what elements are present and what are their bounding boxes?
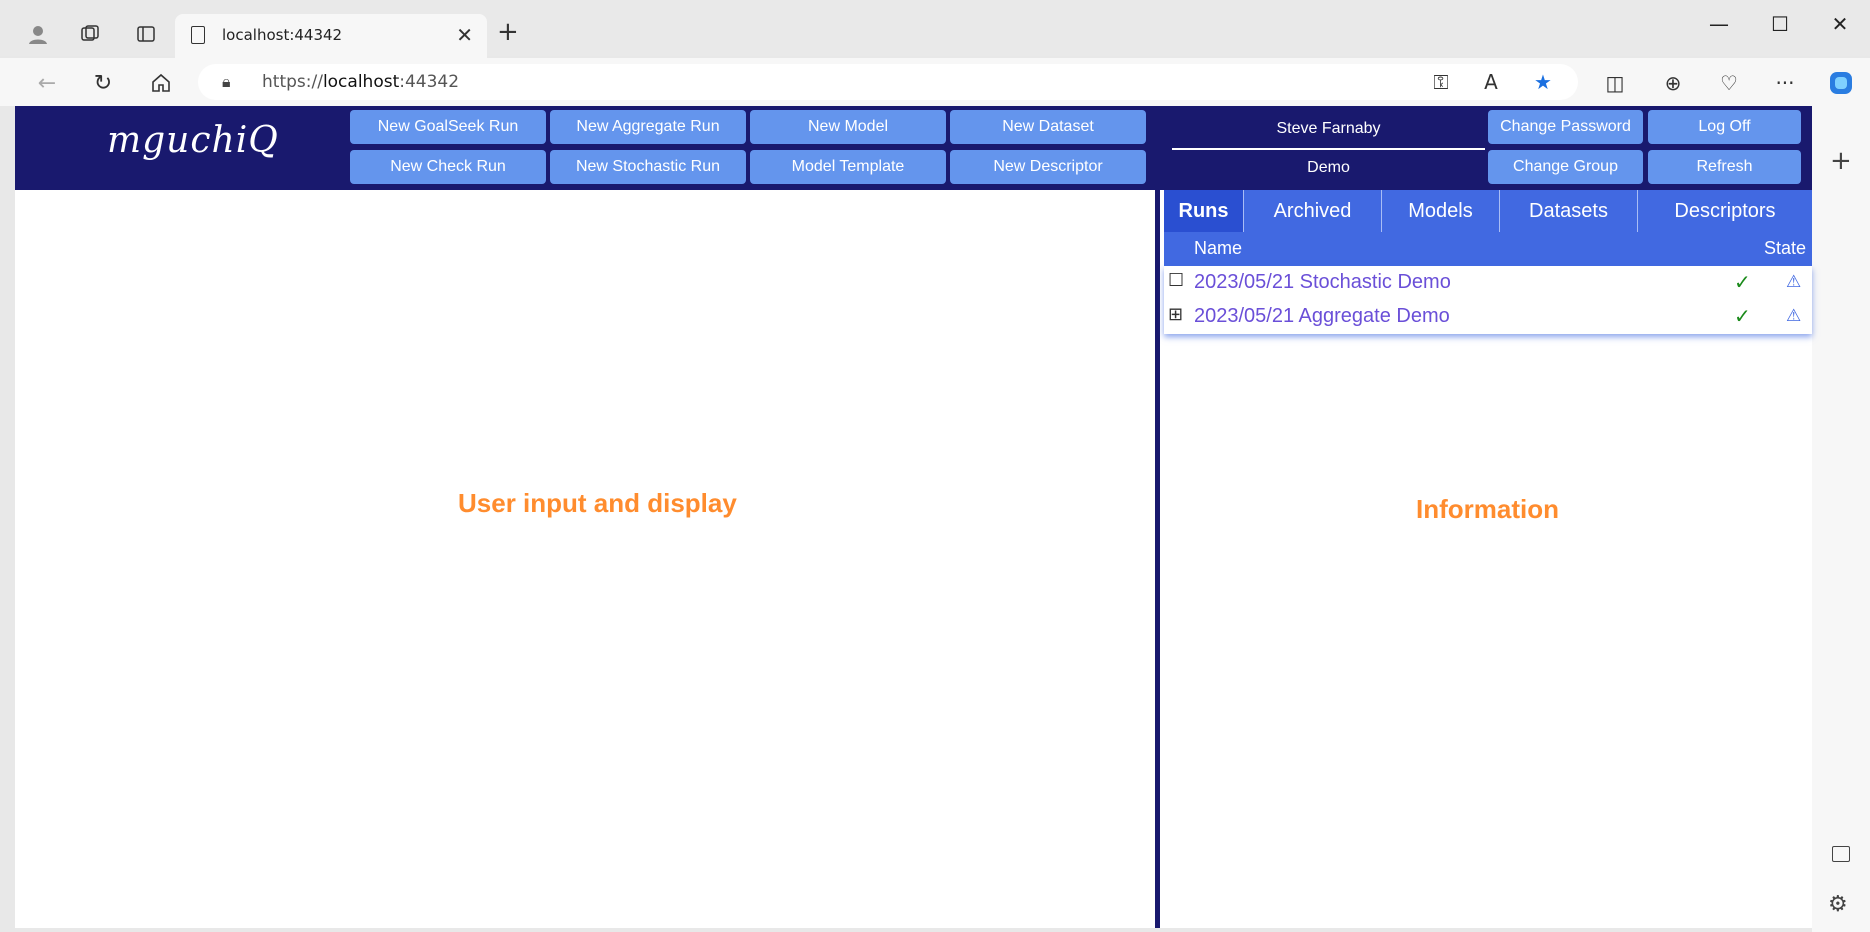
left-panel-label: User input and display <box>458 488 737 518</box>
refresh-icon[interactable]: ↻ <box>88 68 118 98</box>
profile-icon[interactable] <box>22 18 54 50</box>
collections-icon[interactable]: ⊕ <box>1658 68 1688 98</box>
page-icon <box>191 26 205 44</box>
add-sidebar-icon[interactable]: + <box>1830 146 1852 176</box>
runs-list: ☐ 2023/05/21 Stochastic Demo ✓ ⚠ ⊞ 2023/… <box>1164 266 1812 334</box>
gear-icon[interactable]: ⚙ <box>1828 892 1848 917</box>
list-item[interactable]: ☐ 2023/05/21 Stochastic Demo ✓ ⚠ <box>1164 266 1812 300</box>
hide-sidebar-icon[interactable] <box>1832 846 1850 862</box>
workspaces-icon[interactable] <box>74 18 106 50</box>
tab-archived[interactable]: Archived <box>1244 190 1382 232</box>
panel-divider[interactable] <box>1155 106 1160 928</box>
warning-icon[interactable]: ⚠ <box>1786 272 1801 292</box>
lock-icon[interactable]: 🔒︎ <box>222 72 231 92</box>
favorite-star-icon[interactable]: ★ <box>1528 67 1558 97</box>
minimize-icon[interactable]: — <box>1704 12 1734 36</box>
refresh-button[interactable]: Refresh <box>1648 150 1801 184</box>
warning-icon[interactable]: ⚠ <box>1786 306 1801 326</box>
address-bar[interactable]: 🔒︎ https://localhost:44342 ⚿ A ★ <box>198 64 1578 100</box>
column-name[interactable]: Name <box>1194 238 1242 259</box>
change-password-button[interactable]: Change Password <box>1488 110 1643 144</box>
user-group: Demo <box>1307 159 1350 176</box>
column-state[interactable]: State <box>1764 238 1806 259</box>
url-scheme: https:// <box>262 72 323 92</box>
more-options-icon[interactable]: ··· <box>1770 68 1800 98</box>
browser-tab[interactable]: localhost:44342 ✕ <box>175 14 487 58</box>
info-tabs: Runs Archived Models Datasets Descriptor… <box>1164 190 1812 232</box>
split-screen-icon[interactable]: ◫ <box>1600 68 1630 98</box>
url-port: :44342 <box>399 72 460 92</box>
home-icon[interactable] <box>146 68 176 98</box>
key-icon[interactable]: ⚿ <box>1426 67 1456 97</box>
browser-window: localhost:44342 ✕ + — ☐ ✕ ← ↻ 🔒︎ https:/… <box>0 0 1870 932</box>
edge-sidebar: + ⚙ <box>1812 106 1870 932</box>
app-header: mguchiQ New GoalSeek Run New Aggregate R… <box>15 106 1812 190</box>
maximize-icon[interactable]: ☐ <box>1765 12 1795 36</box>
close-tab-icon[interactable]: ✕ <box>456 23 473 47</box>
url-text[interactable]: https://localhost:44342 <box>262 72 459 92</box>
change-group-button[interactable]: Change Group <box>1488 150 1643 184</box>
new-model-button[interactable]: New Model <box>750 110 946 144</box>
user-name: Steve Farnaby <box>1276 120 1381 137</box>
check-icon: ✓ <box>1734 270 1751 294</box>
new-stochastic-run-button[interactable]: New Stochastic Run <box>550 150 746 184</box>
new-check-run-button[interactable]: New Check Run <box>350 150 546 184</box>
tab-descriptors[interactable]: Descriptors <box>1638 190 1812 232</box>
log-off-button[interactable]: Log Off <box>1648 110 1801 144</box>
row-toggle[interactable]: ☐ <box>1168 272 1184 290</box>
tab-models[interactable]: Models <box>1382 190 1500 232</box>
new-dataset-button[interactable]: New Dataset <box>950 110 1146 144</box>
run-name-link[interactable]: 2023/05/21 Stochastic Demo <box>1194 271 1451 294</box>
address-bar-row: ← ↻ 🔒︎ https://localhost:44342 ⚿ A ★ ◫ ⊕… <box>0 58 1870 106</box>
new-goalseek-run-button[interactable]: New GoalSeek Run <box>350 110 546 144</box>
web-content: mguchiQ New GoalSeek Run New Aggregate R… <box>15 106 1812 928</box>
read-aloud-icon[interactable]: A <box>1476 67 1506 97</box>
tab-actions-icon[interactable] <box>130 18 162 50</box>
new-descriptor-button[interactable]: New Descriptor <box>950 150 1146 184</box>
check-icon: ✓ <box>1734 304 1751 328</box>
close-window-icon[interactable]: ✕ <box>1825 12 1855 36</box>
new-tab-icon[interactable]: + <box>497 18 519 46</box>
runs-list-header: Name State <box>1164 232 1812 266</box>
title-bar: localhost:44342 ✕ + — ☐ ✕ <box>0 0 1870 58</box>
back-icon[interactable]: ← <box>32 68 62 98</box>
new-aggregate-run-button[interactable]: New Aggregate Run <box>550 110 746 144</box>
run-name-link[interactable]: 2023/05/21 Aggregate Demo <box>1194 305 1450 328</box>
url-host: localhost <box>322 72 400 92</box>
tab-datasets[interactable]: Datasets <box>1500 190 1638 232</box>
list-item[interactable]: ⊞ 2023/05/21 Aggregate Demo ✓ ⚠ <box>1164 300 1812 334</box>
right-panel-label: Information <box>1416 494 1559 524</box>
tab-runs[interactable]: Runs <box>1164 190 1244 232</box>
browser-essentials-icon[interactable]: ♡ <box>1714 68 1744 98</box>
copilot-icon[interactable] <box>1826 68 1856 98</box>
user-divider <box>1172 148 1485 150</box>
tab-title: localhost:44342 <box>222 26 343 44</box>
row-expand-toggle[interactable]: ⊞ <box>1168 306 1183 324</box>
app-logo: mguchiQ <box>107 120 279 161</box>
model-template-button[interactable]: Model Template <box>750 150 946 184</box>
